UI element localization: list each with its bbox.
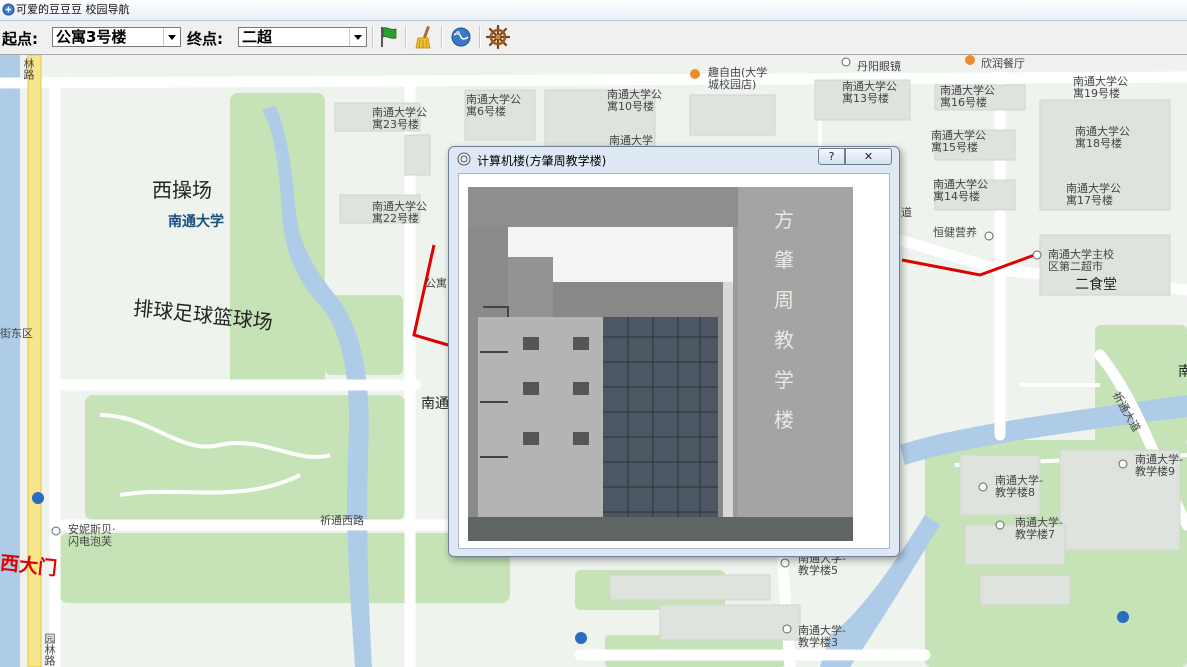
map-label: 街东区	[0, 327, 33, 340]
map-label: 南通大学主校区第二超市	[1048, 248, 1114, 273]
road	[0, 71, 1187, 89]
dialog-icon	[457, 152, 471, 166]
toolbar-separator	[479, 26, 481, 48]
building	[689, 94, 776, 136]
map-label: 丹阳眼镜	[857, 60, 901, 73]
app-icon	[2, 3, 15, 16]
map-label: 恒健营养	[933, 226, 977, 239]
window-title: 可爱的豆豆豆 校园导航	[16, 3, 130, 16]
toolbar-separator	[372, 26, 374, 48]
map-label: 林路	[22, 58, 35, 80]
poi-icon	[1032, 250, 1042, 260]
map-label: 南	[1178, 364, 1187, 380]
map-label: 南通大学	[168, 214, 224, 230]
map-label: 二食堂	[1075, 277, 1117, 293]
broom-icon[interactable]	[411, 24, 437, 50]
dialog-title: 计算机楼(方肇周教学楼)	[477, 154, 607, 168]
map-label: 南通大学公寓17号楼	[1066, 182, 1121, 207]
restaurant-icon	[690, 69, 700, 79]
bus-stop-icon	[32, 492, 44, 504]
map-label: 西操场	[152, 178, 212, 202]
parking-icon	[1117, 611, 1129, 623]
map-label: 南通大学公寓10号楼	[607, 88, 662, 113]
chevron-down-icon[interactable]	[163, 28, 180, 46]
dialog-content: 方肇周 教学楼	[458, 173, 890, 549]
start-select-value: 公寓3号楼	[56, 28, 127, 46]
window-titlebar: 可爱的豆豆豆 校园导航	[0, 0, 1187, 21]
help-button[interactable]: ?	[818, 148, 845, 165]
building-photo-dialog[interactable]: 计算机楼(方肇周教学楼) ? ✕ 方 肇 周 教 学 楼	[448, 146, 900, 557]
end-select-value: 二超	[242, 28, 273, 46]
map-label: 欣润餐厅	[981, 57, 1025, 70]
building	[404, 134, 431, 176]
toolbar: 起点: 公寓3号楼 终点: 二超	[0, 21, 1187, 55]
map-label: 南通大学公寓19号楼	[1073, 75, 1128, 100]
poi-icon	[780, 558, 790, 568]
map-label: 南通大学-教学楼3	[798, 624, 846, 649]
route-line	[412, 244, 449, 347]
toolbar-separator	[405, 26, 407, 48]
poi-icon	[782, 624, 792, 634]
svg-text:楼: 楼	[774, 408, 794, 432]
poi-icon	[995, 520, 1005, 530]
poi-icon	[978, 482, 988, 492]
end-select[interactable]: 二超	[238, 27, 367, 47]
building-photo: 方肇周 教学楼	[468, 187, 853, 541]
svg-text:周: 周	[774, 288, 794, 312]
building	[979, 574, 1071, 606]
poi-icon	[841, 57, 851, 67]
map-label: 南通大学公寓6号楼	[466, 93, 521, 118]
map-label: 南通大学公寓16号楼	[940, 84, 995, 109]
building	[609, 574, 771, 601]
poi-icon	[1118, 459, 1128, 469]
svg-text:方: 方	[774, 208, 794, 232]
map-label: 南通大学-教学楼7	[1015, 516, 1063, 541]
map-label: 趣自由(大学城校园店)	[708, 66, 768, 91]
chevron-down-icon[interactable]	[349, 28, 366, 46]
helm-icon[interactable]	[485, 24, 511, 50]
map-label: 公寓	[425, 277, 447, 290]
map-label: 园林路	[43, 633, 56, 666]
restaurant-icon	[965, 55, 975, 65]
map-label: 南通大学公寓15号楼	[931, 129, 986, 154]
map-label: 南通大学公寓22号楼	[372, 200, 427, 225]
map-label: 安妮斯贝·闪电泡芙	[68, 523, 116, 548]
svg-text:肇: 肇	[774, 248, 794, 272]
close-button[interactable]: ✕	[845, 148, 892, 165]
start-select[interactable]: 公寓3号楼	[52, 27, 181, 47]
green-area	[60, 533, 510, 603]
map-label: 祈通西路	[320, 514, 364, 527]
svg-text:教: 教	[774, 328, 794, 352]
end-label: 终点:	[187, 30, 223, 48]
globe-icon[interactable]	[448, 24, 474, 50]
toolbar-separator	[441, 26, 443, 48]
map-label: 南通大学-教学楼9	[1135, 453, 1183, 478]
start-label: 起点:	[2, 30, 38, 48]
poi-icon	[51, 526, 61, 536]
map-label: 南通大学-教学楼8	[995, 474, 1043, 499]
parking-icon	[575, 632, 587, 644]
map-label: 南通大学公寓23号楼	[372, 106, 427, 131]
map-label: 南通大学公寓13号楼	[842, 80, 897, 105]
flag-icon[interactable]	[376, 24, 402, 50]
poi-icon	[984, 231, 994, 241]
building	[659, 604, 801, 641]
svg-text:学: 学	[774, 368, 794, 392]
map-label: 道	[901, 206, 912, 219]
map-label: 南通	[421, 396, 449, 412]
map-label: 南通大学公寓14号楼	[933, 178, 988, 203]
map-label: 南通大学公寓18号楼	[1075, 125, 1130, 150]
